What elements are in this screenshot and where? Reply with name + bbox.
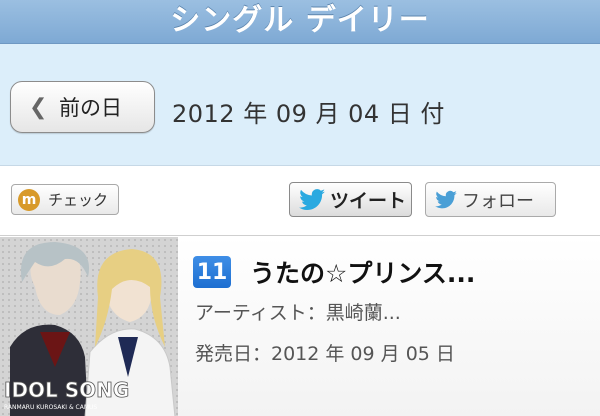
- ranking-list-item[interactable]: IDOL SONG RANMARU KUROSAKI & CAMUS 11 うた…: [0, 235, 600, 416]
- mixi-check-button[interactable]: m チェック: [11, 184, 119, 215]
- song-title: うたの☆プリンス...: [250, 259, 476, 288]
- previous-day-button[interactable]: ❮ 前の日: [10, 81, 155, 133]
- cover-subtitle-text: RANMARU KUROSAKI & CAMUS: [4, 404, 97, 411]
- follow-label: フォロー: [462, 190, 534, 212]
- tweet-label: ツイート: [330, 190, 407, 212]
- app-header: シングル デイリー: [0, 0, 600, 44]
- album-cover-image: IDOL SONG RANMARU KUROSAKI & CAMUS: [0, 237, 178, 416]
- release-date: 発売日：2012 年 09 月 05 日: [195, 343, 455, 365]
- previous-day-label: 前の日: [59, 96, 122, 120]
- mixi-icon: m: [18, 188, 40, 211]
- date-navigation-bar: ❮ 前の日 2012 年 09 月 04 日 付: [0, 44, 600, 166]
- cover-title-text: IDOL SONG: [4, 378, 129, 402]
- page-title: シングル デイリー: [170, 2, 430, 38]
- twitter-bird-icon: [298, 188, 326, 212]
- social-bar: m チェック ツイート フォロー: [0, 167, 600, 235]
- chevron-left-icon: ❮: [29, 94, 48, 120]
- check-label: チェック: [48, 191, 109, 209]
- twitter-bird-icon: [434, 190, 458, 210]
- follow-button[interactable]: フォロー: [425, 182, 556, 217]
- rank-badge: 11: [193, 256, 231, 288]
- tweet-button[interactable]: ツイート: [289, 182, 412, 217]
- artist-name: アーティスト：黒崎蘭...: [195, 302, 401, 324]
- chart-date: 2012 年 09 月 04 日 付: [172, 100, 445, 128]
